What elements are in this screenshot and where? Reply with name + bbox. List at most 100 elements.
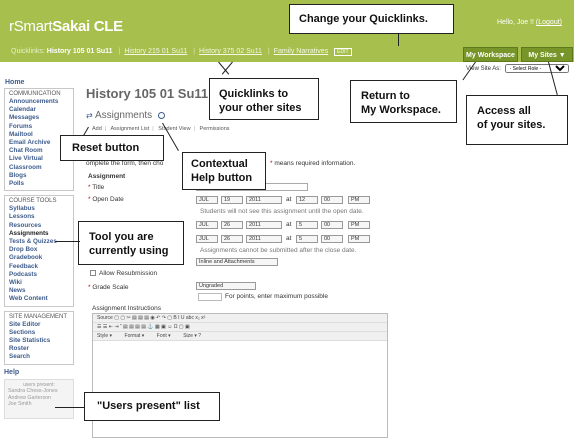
quicklinks-bar: Quicklinks: History 105 01 Su11 | History… bbox=[11, 48, 352, 56]
style-select[interactable]: Style bbox=[97, 333, 108, 339]
open-hour-select[interactable]: 12 bbox=[296, 196, 318, 204]
sidebar-item-messages[interactable]: Messages bbox=[9, 114, 69, 122]
role-select[interactable]: - Select Role - bbox=[504, 64, 569, 73]
close-minute-select[interactable]: 00 bbox=[321, 235, 343, 243]
sidebar-help[interactable]: Help bbox=[4, 369, 80, 376]
sidebar-item-lessons[interactable]: Lessons bbox=[9, 213, 69, 221]
sidebar-item-blogs[interactable]: Blogs bbox=[9, 172, 69, 180]
sidebar-home[interactable]: Home bbox=[5, 79, 80, 86]
tab-student-view[interactable]: Student View bbox=[158, 126, 190, 132]
open-minute-select[interactable]: 00 bbox=[321, 196, 343, 204]
callout-access-sites: Access all of your sites. bbox=[466, 95, 568, 145]
sidebar-item-resources[interactable]: Resources bbox=[9, 222, 69, 230]
submission-type-select[interactable]: Inline and Attachments bbox=[196, 258, 278, 266]
due-month-select[interactable]: JUL bbox=[196, 221, 218, 229]
sidebar-item-podcasts[interactable]: Podcasts bbox=[9, 271, 69, 279]
callout-contextual-help: Contextual Help button bbox=[182, 152, 266, 190]
close-hour-select[interactable]: 5 bbox=[296, 235, 318, 243]
callout-line bbox=[55, 407, 85, 408]
callout-reset-button: Reset button bbox=[60, 135, 164, 161]
sidebar-item-forums[interactable]: Forums bbox=[9, 123, 69, 131]
callout-line bbox=[55, 241, 80, 242]
sidebar-item-calendar[interactable]: Calendar bbox=[9, 106, 69, 114]
callout-change-quicklinks: Change your Quicklinks. bbox=[289, 4, 454, 34]
open-ampm-select[interactable]: PM bbox=[348, 196, 370, 204]
points-input[interactable] bbox=[198, 293, 222, 301]
reset-icon[interactable]: ⇄ bbox=[86, 111, 93, 120]
tab-assignment-list[interactable]: Assignment List bbox=[110, 126, 149, 132]
close-day-select[interactable]: 26 bbox=[221, 235, 243, 243]
sidebar-item-site-editor[interactable]: Site Editor bbox=[9, 321, 69, 329]
editor-toolbar-3: Style ▾ Format ▾ Font ▾ Size ▾ ? bbox=[93, 332, 387, 341]
at-label: at bbox=[286, 235, 292, 242]
close-date-note: Assignments cannot be submitted after th… bbox=[200, 247, 357, 254]
group-title: COMMUNICATION bbox=[9, 91, 61, 97]
sidebar-item-gradebook[interactable]: Gradebook bbox=[9, 254, 69, 262]
logout-link[interactable]: (Logout) bbox=[536, 19, 562, 26]
close-month-select[interactable]: JUL bbox=[196, 235, 218, 243]
due-minute-select[interactable]: 00 bbox=[321, 221, 343, 229]
due-hour-select[interactable]: 5 bbox=[296, 221, 318, 229]
font-select[interactable]: Font bbox=[157, 333, 167, 339]
quicklinks-label: Quicklinks: bbox=[11, 48, 45, 55]
format-select[interactable]: Format bbox=[125, 333, 141, 339]
section-assignment: Assignment bbox=[88, 173, 126, 180]
group-title: COURSE TOOLS bbox=[9, 198, 57, 205]
close-year-select[interactable]: 2011 bbox=[246, 235, 282, 243]
close-ampm-select[interactable]: PM bbox=[348, 235, 370, 243]
at-label: at bbox=[286, 196, 292, 203]
greeting-text: Hello, Joe !! bbox=[497, 19, 534, 26]
quicklink-4[interactable]: Family Narratives bbox=[274, 48, 328, 55]
edit-quicklinks-button[interactable]: EDIT bbox=[334, 48, 352, 56]
source-button[interactable]: Source bbox=[97, 315, 113, 321]
sidebar-item-tests-quizzes[interactable]: Tests & Quizzes bbox=[9, 238, 69, 246]
callout-current-tool: Tool you are currently using bbox=[78, 221, 184, 265]
sidebar-item-announcements[interactable]: Announcements bbox=[9, 98, 69, 106]
resubmission-checkbox[interactable] bbox=[90, 270, 96, 277]
open-day-select[interactable]: 19 bbox=[221, 196, 243, 204]
sidebar-item-feedback[interactable]: Feedback bbox=[9, 263, 69, 271]
quicklink-current[interactable]: History 105 01 Su11 bbox=[47, 48, 113, 55]
due-day-select[interactable]: 26 bbox=[221, 221, 243, 229]
help-icon[interactable] bbox=[157, 111, 165, 119]
logo: rSmartSakai CLE bbox=[9, 18, 123, 35]
sidebar-item-news[interactable]: News bbox=[9, 287, 69, 295]
sidebar-item-polls[interactable]: Polls bbox=[9, 180, 69, 188]
sidebar-item-drop-box[interactable]: Drop Box bbox=[9, 246, 69, 254]
form-instructions: omplete the form, then cho bbox=[86, 160, 164, 167]
my-sites-button[interactable]: My Sites ▼ bbox=[521, 47, 573, 62]
sidebar-item-assignments[interactable]: Assignments bbox=[9, 230, 69, 238]
open-year-select[interactable]: 2011 bbox=[246, 196, 282, 204]
sidebar-item-syllabus[interactable]: Syllabus bbox=[9, 205, 69, 213]
greeting: Hello, Joe !! (Logout) bbox=[497, 19, 562, 26]
tool-tabs: Add | Assignment List | Student View | Perm… bbox=[92, 126, 230, 132]
site-title: History 105 01 Su11 bbox=[86, 86, 209, 101]
grade-scale-label: * Grade Scale bbox=[88, 284, 129, 291]
quicklink-2[interactable]: History 215 01 Su11 bbox=[124, 48, 187, 55]
users-present-list: users present: Sandra Chess-Jones Andrew… bbox=[4, 378, 74, 419]
editor-toolbar-2: ☰ ☰ ⇤ ⇥ “ ▤ ▤ ▤ ▤ ⚓ ▦ ▣ ☺ Ω ▢ ▣ bbox=[93, 323, 387, 332]
course-tools-group: COURSE TOOLS Syllabus Lessons Resources … bbox=[4, 195, 74, 307]
allow-resubmission: Allow Resubmission bbox=[90, 270, 157, 277]
callout-users-present: "Users present" list bbox=[84, 392, 220, 421]
header-bar: rSmartSakai CLE Hello, Joe !! (Logout) Q… bbox=[0, 0, 574, 62]
tab-add[interactable]: Add bbox=[92, 126, 102, 132]
site-management-group: SITE MANAGEMENT Site Editor Sections Sit… bbox=[4, 310, 74, 365]
callout-line bbox=[398, 34, 399, 46]
grade-scale-select[interactable]: Ungraded bbox=[196, 282, 256, 290]
sidebar-item-wiki[interactable]: Wiki bbox=[9, 279, 69, 287]
my-workspace-button[interactable]: My Workspace bbox=[463, 47, 518, 62]
sidebar-item-web-content[interactable]: Web Content bbox=[9, 295, 69, 303]
open-month-select[interactable]: JUL bbox=[196, 196, 218, 204]
sidebar-item-roster[interactable]: Roster bbox=[9, 345, 69, 353]
sidebar-item-search[interactable]: Search bbox=[9, 353, 69, 361]
due-ampm-select[interactable]: PM bbox=[348, 221, 370, 229]
tab-permissions[interactable]: Permissions bbox=[200, 126, 230, 132]
sidebar-item-site-statistics[interactable]: Site Statistics bbox=[9, 337, 69, 345]
size-select[interactable]: Size bbox=[183, 333, 193, 339]
sidebar-item-sections[interactable]: Sections bbox=[9, 329, 69, 337]
tool-title: ⇄ Assignments bbox=[86, 110, 165, 121]
callout-quicklinks-other-sites: Quicklinks to your other sites bbox=[209, 78, 319, 120]
quicklink-3[interactable]: History 375 02 Su11 bbox=[199, 48, 262, 55]
due-year-select[interactable]: 2011 bbox=[246, 221, 282, 229]
